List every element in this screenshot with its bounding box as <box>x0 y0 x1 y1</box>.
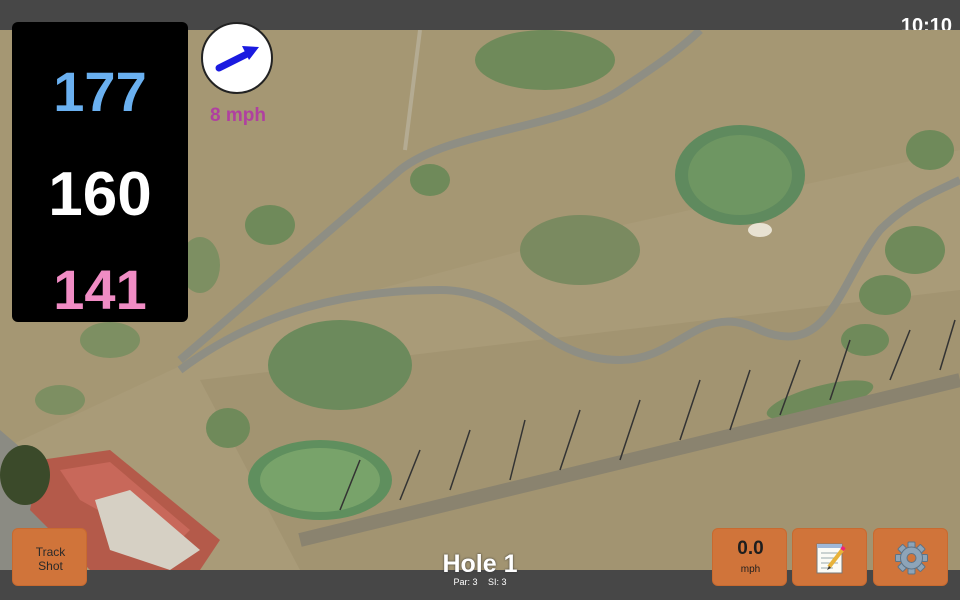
settings-button[interactable] <box>873 528 948 586</box>
notepad-icon <box>816 543 846 574</box>
front-distance: 141 <box>53 258 147 321</box>
gear-icon <box>895 541 928 575</box>
arrow-icon <box>215 46 259 72</box>
track-shot-label: Track Shot <box>35 545 66 573</box>
hole-title: Hole 1 <box>442 550 518 578</box>
speed-unit: mph <box>740 564 761 575</box>
wind-direction-dial <box>201 22 273 94</box>
distance-panel: 177 160 141 <box>12 22 188 322</box>
middle-distance: 160 <box>48 160 152 229</box>
wind-speed: 8 mph <box>210 105 266 126</box>
speed-button[interactable]: 0.0 mph <box>712 528 787 586</box>
back-distance: 177 <box>53 60 147 123</box>
hole-stroke-index: SI: 3 <box>488 577 507 587</box>
hole-info: Par: 3 SI: 3 <box>380 576 580 588</box>
track-shot-button[interactable]: Track Shot <box>12 528 87 586</box>
notes-button[interactable] <box>792 528 867 586</box>
speed-value: 0.0 <box>737 538 764 559</box>
hole-par: Par: 3 <box>453 577 478 587</box>
